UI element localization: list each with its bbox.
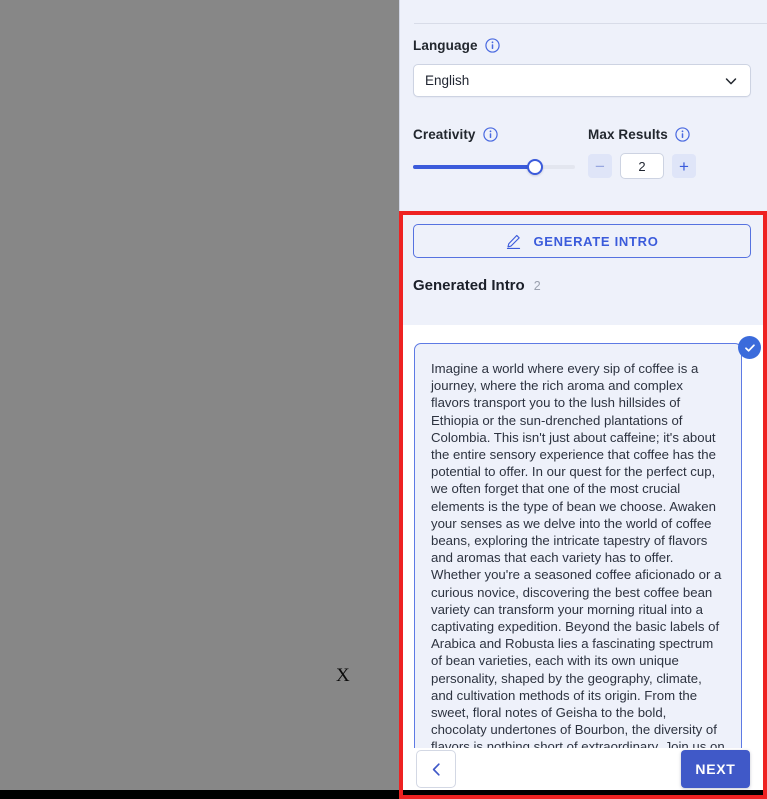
generated-intro-heading: Generated Intro [413, 277, 525, 294]
generate-section: GENERATE INTRO Generated Intro 2 [400, 215, 767, 301]
decrement-button[interactable]: − [588, 154, 612, 178]
check-circle-icon[interactable] [738, 336, 761, 359]
creativity-slider[interactable] [413, 159, 575, 175]
slider-fill [413, 165, 535, 169]
chevron-down-icon [723, 73, 739, 89]
max-results-stepper: − 2 + [588, 153, 758, 179]
info-icon[interactable] [482, 126, 498, 142]
controls-row: Creativity Max Results − 2 + [400, 123, 767, 179]
backdrop-letter: X [336, 665, 350, 686]
form-area: Language English Creativity Max Results … [400, 34, 767, 179]
generated-intro-card[interactable]: Imagine a world where every sip of coffe… [414, 343, 742, 748]
back-button[interactable] [416, 750, 456, 788]
generated-intro-count: 2 [533, 279, 541, 293]
language-label-row: Language [400, 34, 767, 56]
slider-thumb[interactable] [526, 159, 543, 175]
generated-results-area: Imagine a world where every sip of coffe… [400, 325, 767, 748]
max-results-label: Max Results [588, 126, 668, 142]
creativity-label-row: Creativity [413, 123, 588, 145]
info-icon[interactable] [484, 37, 500, 53]
creativity-label: Creativity [413, 126, 476, 142]
info-icon[interactable] [675, 126, 690, 142]
generated-intro-text: Imagine a world where every sip of coffe… [431, 361, 725, 748]
pencil-icon [505, 233, 522, 250]
generated-intro-heading-row: Generated Intro 2 [400, 258, 767, 301]
language-select-value: English [425, 73, 470, 88]
wizard-side-panel: Language English Creativity Max Results … [399, 0, 767, 790]
generate-intro-label: GENERATE INTRO [533, 233, 659, 249]
max-results-control: Max Results − 2 + [588, 123, 758, 179]
chevron-left-icon [428, 761, 445, 778]
bottom-black-bar [0, 790, 767, 799]
max-results-value[interactable]: 2 [620, 153, 664, 179]
increment-button[interactable]: + [672, 154, 696, 178]
wizard-footer: NEXT [400, 748, 767, 790]
panel-top-divider [414, 23, 767, 24]
generate-intro-button[interactable]: GENERATE INTRO [413, 224, 751, 258]
next-button[interactable]: NEXT [681, 750, 750, 788]
language-label: Language [413, 37, 478, 53]
language-select-wrapper: English [413, 64, 751, 97]
creativity-control: Creativity [413, 123, 588, 179]
max-results-label-row: Max Results [588, 123, 758, 145]
language-select[interactable]: English [413, 64, 751, 97]
